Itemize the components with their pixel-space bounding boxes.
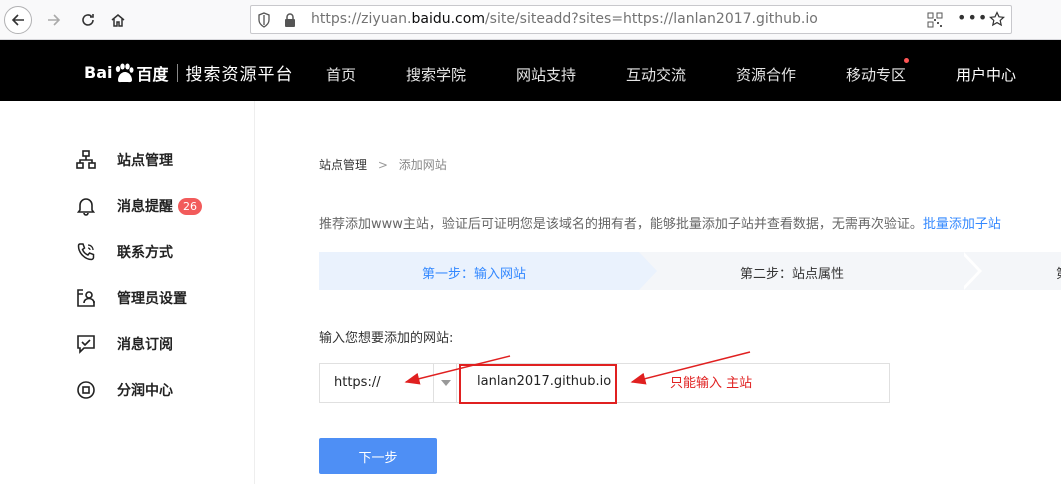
forward-button[interactable] [40, 6, 68, 34]
site-header: Bai 百度 搜索资源平台 首页 搜索学院 网站支持 互动交流 资源合作 移动专… [0, 40, 1061, 101]
breadcrumb-separator: > [377, 158, 388, 172]
subscribe-icon [77, 335, 95, 354]
breadcrumb-current: 添加网站 [398, 158, 447, 172]
home-button[interactable] [104, 6, 132, 34]
batch-add-subsites-link[interactable]: 批量添加子站 [923, 217, 1001, 232]
next-step-button[interactable]: 下一步 [319, 438, 437, 474]
sidebar-item-label: 管理员设置 [117, 291, 187, 307]
logo-text-bai: Bai [84, 63, 113, 82]
nav-home[interactable]: 首页 [326, 64, 356, 85]
step-progress: 第一步：输入网站 第二步：站点属性 第 [319, 252, 1061, 290]
browser-toolbar: https://ziyuan.baidu.com/site/siteadd?si… [0, 0, 1061, 40]
nav-cooperation[interactable]: 资源合作 [736, 64, 796, 85]
baidu-logo[interactable]: Bai 百度 搜索资源平台 [84, 60, 294, 85]
qr-code-icon[interactable] [927, 12, 943, 28]
shield-icon[interactable] [257, 12, 271, 28]
sidebar-item-contact[interactable]: 联系方式 [76, 240, 173, 264]
step-2-divider-inner [960, 252, 978, 290]
lock-icon[interactable] [283, 12, 297, 28]
tip-text: 推荐添加www主站，验证后可证明您是该域名的拥有者，能够批量添加子站并查看数据，… [319, 217, 923, 232]
phone-icon [77, 243, 95, 261]
nav-site-support[interactable]: 网站支持 [516, 64, 576, 85]
sidebar: 站点管理 消息提醒 26 联系方式 管理员设置 消息订阅 分润中心 [0, 101, 255, 484]
nav-user-center[interactable]: 用户中心 [956, 64, 1016, 85]
sidebar-item-label: 消息提醒 [117, 199, 173, 215]
admin-icon [77, 289, 95, 307]
address-bar[interactable]: https://ziyuan.baidu.com/site/siteadd?si… [250, 5, 1012, 34]
sidebar-item-label: 联系方式 [117, 245, 173, 261]
caret-down-icon [440, 380, 451, 386]
sidebar-item-label: 消息订阅 [117, 337, 173, 353]
breadcrumb-root[interactable]: 站点管理 [319, 158, 367, 172]
sidebar-item-site-management[interactable]: 站点管理 [76, 148, 173, 172]
star-icon[interactable] [989, 11, 1005, 27]
logo-text-du: 百度 [136, 64, 169, 84]
nav-community[interactable]: 互动交流 [626, 64, 686, 85]
arrow-right-icon [48, 14, 61, 26]
sidebar-item-subscriptions[interactable]: 消息订阅 [76, 332, 173, 356]
logo-divider [176, 63, 178, 82]
breadcrumb: 站点管理 > 添加网站 [319, 156, 447, 173]
step-3-label: 第 [1056, 263, 1061, 282]
reload-icon [82, 14, 94, 26]
sidebar-item-label: 分润中心 [117, 383, 173, 399]
step-1-arrow [639, 252, 657, 290]
reload-button[interactable] [74, 6, 102, 34]
share-icon [77, 381, 95, 399]
platform-name: 搜索资源平台 [185, 65, 294, 85]
home-icon [111, 14, 125, 27]
nav-mobile[interactable]: 移动专区 [846, 64, 906, 85]
sidebar-item-label: 站点管理 [117, 153, 173, 169]
dropdown-toggle[interactable] [433, 364, 457, 402]
step-1-label: 第一步：输入网站 [422, 267, 527, 282]
step-2-label: 第二步：站点属性 [740, 267, 845, 282]
paw-icon [116, 63, 134, 82]
unread-count-badge: 26 [178, 197, 202, 215]
sitemap-icon [76, 150, 96, 169]
url-text[interactable]: https://ziyuan.baidu.com/site/siteadd?si… [311, 11, 818, 27]
site-input-label: 输入您想要添加的网站: [319, 331, 454, 346]
protocol-select[interactable]: https:// [319, 363, 457, 403]
notification-dot [904, 58, 909, 63]
site-url-value[interactable]: lanlan2017.github.io [477, 374, 611, 389]
annotation-note: 只能输入 主站 [670, 376, 753, 391]
sidebar-item-revenue-share[interactable]: 分润中心 [76, 378, 173, 402]
nav-academy[interactable]: 搜索学院 [406, 64, 466, 85]
page-actions-menu[interactable]: ••• [957, 8, 988, 27]
sidebar-item-notifications[interactable]: 消息提醒 26 [76, 194, 202, 218]
recommendation-tip: 推荐添加www主站，验证后可证明您是该域名的拥有者，能够批量添加子站并查看数据，… [319, 213, 1001, 232]
bell-icon [76, 198, 96, 216]
protocol-value: https:// [334, 375, 381, 390]
sidebar-item-admin-settings[interactable]: 管理员设置 [76, 286, 187, 310]
back-button[interactable] [4, 6, 32, 34]
arrow-left-icon [11, 14, 24, 26]
